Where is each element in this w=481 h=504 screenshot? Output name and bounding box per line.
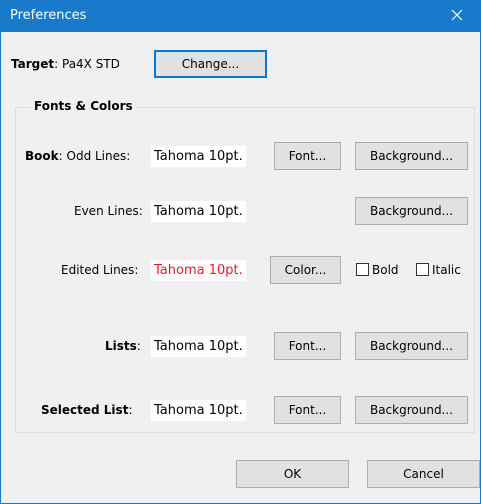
book-colon: :	[58, 149, 63, 163]
close-icon	[451, 9, 463, 24]
edited-lines-color-button[interactable]: Color...	[270, 256, 341, 284]
even-lines-sample: Tahoma 10pt.	[151, 201, 246, 222]
edited-lines-label: Edited Lines:	[61, 263, 139, 277]
title-bar[interactable]: Preferences	[1, 1, 480, 32]
change-target-button[interactable]: Change...	[154, 50, 267, 78]
even-lines-label: Even Lines:	[74, 204, 143, 218]
odd-lines-background-label: Background...	[369, 149, 454, 163]
odd-lines-background-button[interactable]: Background...	[355, 142, 468, 170]
italic-label: Italic	[432, 263, 461, 277]
edited-lines-sample: Tahoma 10pt.	[151, 260, 246, 281]
book-label-group: Book: Odd Lines:	[25, 149, 130, 163]
target-label: Target	[11, 57, 55, 71]
odd-lines-font-button[interactable]: Font...	[274, 142, 341, 170]
target-label-group: Target: Pa4X STD	[11, 57, 120, 71]
even-lines-background-button[interactable]: Background...	[355, 197, 468, 225]
lists-font-label: Font...	[288, 339, 327, 353]
bold-label: Bold	[372, 263, 399, 277]
edited-lines-color-label: Color...	[284, 263, 327, 277]
odd-lines-sample: Tahoma 10pt.	[151, 146, 246, 167]
window-title: Preferences	[10, 8, 87, 23]
lists-background-label: Background...	[369, 339, 454, 353]
change-target-button-label: Change...	[181, 57, 240, 71]
lists-colon: :	[136, 339, 141, 353]
preferences-dialog: Preferences Target: Pa4X STD Change... F…	[0, 0, 481, 504]
selected-list-background-label: Background...	[369, 403, 454, 417]
selected-list-background-button[interactable]: Background...	[355, 396, 468, 424]
book-label: Book	[25, 149, 59, 163]
odd-lines-label: Odd Lines:	[66, 149, 131, 163]
selected-list-sample: Tahoma 10pt.	[151, 400, 246, 421]
even-lines-background-label: Background...	[369, 204, 454, 218]
selected-list-font-button[interactable]: Font...	[274, 396, 341, 424]
ok-button-label: OK	[283, 467, 302, 481]
ok-button[interactable]: OK	[236, 460, 349, 488]
group-title: Fonts & Colors	[30, 99, 137, 113]
target-colon: :	[54, 57, 59, 71]
lists-label: Lists	[105, 339, 137, 353]
lists-font-button[interactable]: Font...	[274, 332, 341, 360]
target-value: Pa4X STD	[62, 57, 120, 71]
odd-lines-font-label: Font...	[288, 149, 327, 163]
lists-sample: Tahoma 10pt.	[151, 336, 246, 357]
bold-checkbox[interactable]	[356, 263, 369, 276]
cancel-button[interactable]: Cancel	[367, 460, 480, 488]
selected-list-label-group: Selected List:	[41, 403, 132, 417]
italic-checkbox[interactable]	[416, 263, 429, 276]
selected-list-colon: :	[128, 403, 133, 417]
close-button[interactable]	[434, 1, 480, 32]
selected-list-label: Selected List	[41, 403, 129, 417]
selected-list-font-label: Font...	[288, 403, 327, 417]
cancel-button-label: Cancel	[403, 467, 444, 481]
lists-label-group: Lists:	[105, 339, 141, 353]
lists-background-button[interactable]: Background...	[355, 332, 468, 360]
